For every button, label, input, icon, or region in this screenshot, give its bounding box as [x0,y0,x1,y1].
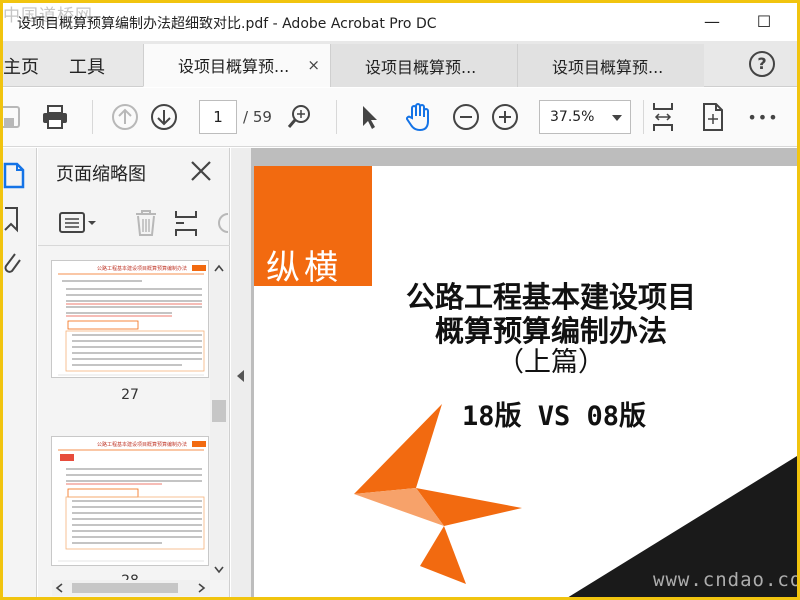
cover-artwork [354,404,797,597]
document-view[interactable]: 纵横 公路工程基本建设项目 概算预算编制办法 （上篇） 18版 VS 08版 [251,148,797,597]
select-cursor-icon[interactable] [353,101,385,133]
scroll-right-icon[interactable] [198,583,206,593]
scroll-left-icon[interactable] [55,583,63,593]
thumbnail-vertical-scrollbar[interactable] [210,260,228,580]
page-thumbnails-panel: 页面缩略图 公路工程基本建设项目概算预算编制办法 27 公路工程基本建设项目概算… [38,148,230,597]
zoom-out-icon[interactable] [450,101,482,133]
next-page-icon[interactable] [148,101,180,133]
window-title: 设项目概算预算编制办法超细致对比.pdf - Adobe Acrobat Pro… [17,16,437,32]
main-toolbar: 1 / 59 37.5% ••• [3,88,797,147]
thumbnail-label-27: 27 [121,387,139,403]
tools-tab[interactable]: 工具 [69,53,105,79]
close-tab-icon[interactable]: × [307,56,320,74]
page-total: / 59 [243,108,272,126]
save-icon[interactable] [3,101,25,133]
thumbnail-page-28[interactable]: 公路工程基本建设项目概算预算编制办法 [51,436,209,566]
document-tab-2[interactable]: 设项目概算预... [330,44,517,87]
document-tab-label: 设项目概算预... [178,57,290,76]
zoom-in-icon[interactable] [489,101,521,133]
panel-toolbar [38,200,230,246]
site-watermark-bottom: www.cndao.com [653,569,797,591]
thumbnail-horizontal-scrollbar[interactable] [52,580,210,596]
print-icon[interactable] [39,101,71,133]
home-tab[interactable]: 主页 [3,53,39,79]
bookmark-icon[interactable] [3,204,31,234]
delete-page-icon[interactable] [132,208,160,242]
help-button[interactable]: ? [749,51,775,77]
navigation-rail [3,148,37,597]
rotate-page-icon[interactable] [214,210,230,240]
svg-text:公路工程基本建设项目概算预算编制办法: 公路工程基本建设项目概算预算编制办法 [97,265,187,272]
previous-page-icon[interactable] [109,101,141,133]
rotate-view-icon[interactable] [697,101,729,133]
svg-text:公路工程基本建设项目概算预算编制办法: 公路工程基本建设项目概算预算编制办法 [97,441,187,448]
zoom-level-select[interactable]: 37.5% [539,100,631,134]
chevron-left-icon [237,370,244,382]
tab-bar: 主页 工具 设项目概算预... × 设项目概算预... 设项目概算预... ? [3,41,797,87]
zoom-search-icon[interactable] [284,101,316,133]
minimize-button[interactable]: — [695,7,729,35]
scrollbar-thumb[interactable] [72,583,178,593]
hand-tool-icon[interactable] [403,101,435,133]
scroll-down-icon[interactable] [214,566,224,574]
document-tab-1[interactable]: 设项目概算预... × [143,44,330,87]
maximize-button[interactable]: ☐ [747,7,781,35]
scroll-up-icon[interactable] [214,264,224,272]
thumbnail-options-icon[interactable] [58,210,98,240]
insert-page-icon[interactable] [172,208,202,242]
zoom-level-value: 37.5% [550,109,595,125]
scrollbar-thumb[interactable] [212,400,226,422]
title-bar: 中国道桥网 设项目概算预算编制办法超细致对比.pdf - Adobe Acrob… [3,3,797,41]
close-panel-icon[interactable] [188,158,214,184]
pdf-page: 纵横 公路工程基本建设项目 概算预算编制办法 （上篇） 18版 VS 08版 [254,166,797,597]
document-tab-label: 设项目概算预... [552,57,664,77]
attachment-icon[interactable] [3,248,31,278]
more-options-icon[interactable]: ••• [747,101,779,133]
page-number-input[interactable]: 1 [199,100,237,134]
page-thumbnails-icon[interactable] [3,160,31,190]
panel-title: 页面缩略图 [56,164,146,185]
chevron-down-icon [612,115,622,121]
document-tab-3[interactable]: 设项目概算预... [517,44,704,87]
panel-collapse-handle[interactable] [231,148,251,597]
thumbnail-page-27[interactable]: 公路工程基本建设项目概算预算编制办法 [51,260,209,378]
acrobat-window: 中国道桥网 设项目概算预算编制办法超细致对比.pdf - Adobe Acrob… [3,3,797,597]
fit-page-icon[interactable] [647,101,679,133]
document-tab-label: 设项目概算预... [365,57,477,77]
